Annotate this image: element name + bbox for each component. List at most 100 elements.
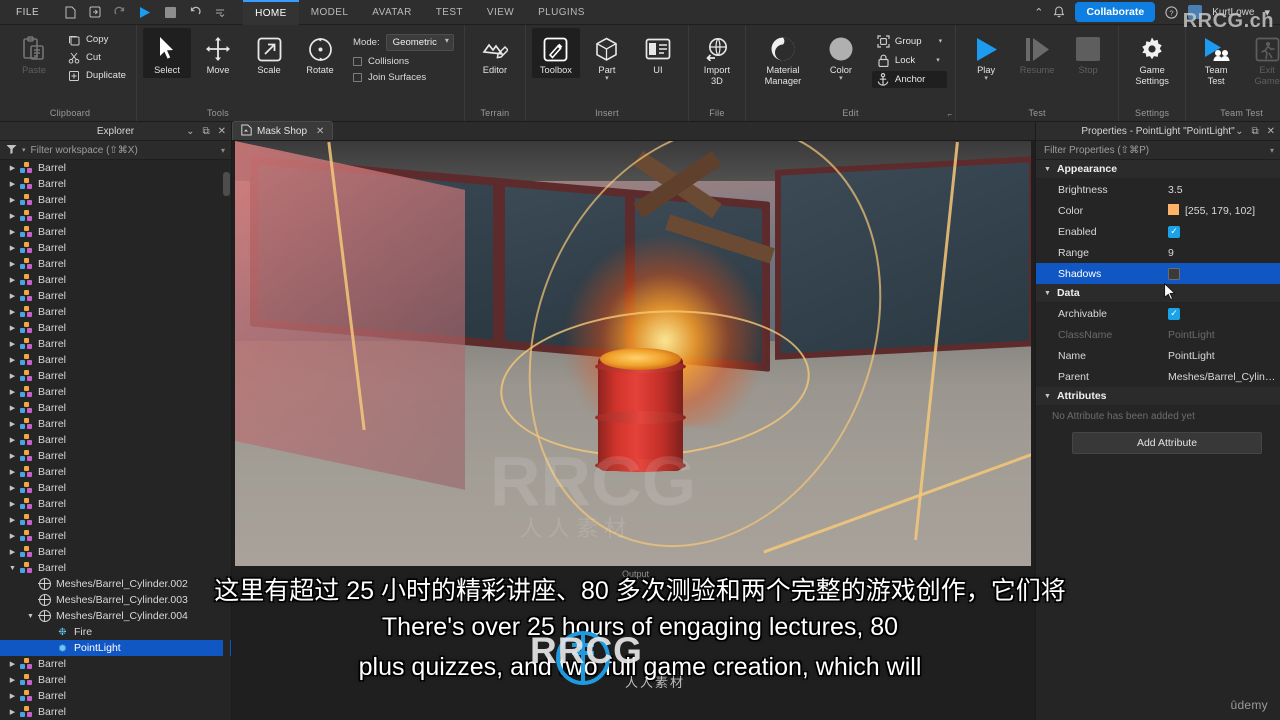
chevron-right-icon[interactable]: ▶ [6, 548, 19, 556]
properties-section-header[interactable]: ▼ Data [1036, 284, 1280, 303]
explorer-row[interactable]: ▶ Barrel [0, 224, 231, 240]
chevron-right-icon[interactable]: ▶ [6, 676, 19, 684]
ui-button[interactable]: UI [634, 28, 682, 78]
chevron-down-icon[interactable]: ▼ [24, 613, 37, 620]
lock-chevron-down-icon[interactable]: ▾ [936, 57, 940, 64]
new-file-icon[interactable] [63, 5, 77, 19]
chevron-right-icon[interactable]: ▶ [6, 292, 19, 300]
explorer-row-selected[interactable]: ✹ PointLight [0, 640, 231, 656]
join-surfaces-row[interactable]: Join Surfaces [353, 72, 454, 83]
tab-test[interactable]: TEST [424, 0, 475, 25]
property-value[interactable]: PointLight [1168, 329, 1280, 341]
group-button[interactable]: Group ▾ [872, 33, 947, 50]
paste-button[interactable]: Paste [10, 28, 58, 78]
output-tab-label[interactable]: Output [622, 569, 649, 579]
chevron-right-icon[interactable]: ▶ [6, 436, 19, 444]
tab-plugins[interactable]: PLUGINS [526, 0, 597, 25]
chevron-right-icon[interactable]: ▶ [6, 532, 19, 540]
group-chevron-down-icon[interactable]: ▾ [939, 38, 943, 45]
chevron-right-icon[interactable]: ▶ [6, 276, 19, 284]
explorer-row[interactable]: ▶ Barrel [0, 704, 231, 720]
explorer-popout-icon[interactable]: ⧉ [202, 126, 209, 137]
explorer-row[interactable]: ▶ Barrel [0, 240, 231, 256]
material-manager-button[interactable]: Material Manager [752, 28, 814, 89]
property-value[interactable]: PointLight [1168, 350, 1280, 362]
edit-dialog-launcher-icon[interactable]: ⌐ [947, 110, 952, 119]
chevron-right-icon[interactable]: ▶ [6, 484, 19, 492]
terrain-editor-button[interactable]: Editor [471, 28, 519, 78]
toolbar-overflow-icon[interactable] [213, 5, 227, 19]
open-file-icon[interactable] [88, 5, 102, 19]
duplicate-button[interactable]: Duplicate [63, 68, 130, 83]
explorer-row[interactable]: ▶ Barrel [0, 208, 231, 224]
property-checkbox[interactable]: ✓ [1168, 225, 1180, 238]
explorer-tree[interactable]: ▶ Barrel ▶ Barrel ▶ Barrel ▶ Barrel ▶ Barrel ▶ Barr… [0, 160, 231, 720]
help-icon[interactable]: ? [1165, 5, 1178, 19]
chevron-right-icon[interactable]: ▶ [6, 660, 19, 668]
tab-mask-shop[interactable]: Mask Shop ✕ [232, 121, 334, 140]
chevron-right-icon[interactable]: ▶ [6, 404, 19, 412]
explorer-filter-menu-icon[interactable]: ▾ [221, 146, 225, 155]
chevron-right-icon[interactable]: ▶ [6, 244, 19, 252]
explorer-row[interactable]: ▶ Barrel [0, 688, 231, 704]
explorer-row[interactable]: ▶ Barrel [0, 384, 231, 400]
tab-avatar[interactable]: AVATAR [360, 0, 423, 25]
explorer-row[interactable]: ▼ Meshes/Barrel_Cylinder.004 [0, 608, 231, 624]
join-surfaces-checkbox[interactable] [353, 73, 362, 82]
explorer-row[interactable]: ▶ Barrel [0, 432, 231, 448]
cut-button[interactable]: Cut [63, 50, 130, 65]
chevron-right-icon[interactable]: ▶ [6, 516, 19, 524]
chevron-right-icon[interactable]: ▶ [6, 164, 19, 172]
property-row[interactable]: Range 9 [1036, 242, 1280, 263]
explorer-row[interactable]: ▶ Barrel [0, 272, 231, 288]
redo-icon[interactable] [113, 5, 127, 19]
explorer-row[interactable]: ▶ Barrel [0, 448, 231, 464]
toolbox-button[interactable]: Toolbox [531, 28, 580, 78]
part-chevron-down-icon[interactable]: ▾ [605, 75, 609, 82]
properties-filter-row[interactable]: Filter Properties (⇧⌘P) ▾ [1036, 141, 1280, 160]
properties-section-header[interactable]: ▼ Attributes [1036, 387, 1280, 406]
explorer-row[interactable]: ▶ Barrel [0, 528, 231, 544]
chevron-down-icon[interactable]: ▼ [1044, 290, 1051, 297]
chevron-right-icon[interactable]: ▶ [6, 180, 19, 188]
explorer-row[interactable]: ▶ Barrel [0, 320, 231, 336]
chevron-down-icon[interactable]: ▼ [1044, 166, 1051, 173]
explorer-close-icon[interactable]: ✕ [218, 126, 226, 137]
chevron-right-icon[interactable]: ▶ [6, 468, 19, 476]
properties-collapse-icon[interactable]: ⌄ [1235, 126, 1243, 137]
explorer-row[interactable]: ▶ Barrel [0, 160, 231, 176]
chevron-right-icon[interactable]: ▶ [6, 212, 19, 220]
explorer-row[interactable]: ▶ Barrel [0, 256, 231, 272]
chevron-right-icon[interactable]: ▶ [6, 340, 19, 348]
properties-close-icon[interactable]: ✕ [1267, 126, 1275, 137]
color-chevron-down-icon[interactable]: ▾ [839, 75, 843, 82]
collisions-row[interactable]: Collisions [353, 56, 454, 67]
properties-filter-input[interactable]: Filter Properties (⇧⌘P) [1044, 145, 1149, 156]
move-tool-button[interactable]: Move [194, 28, 242, 78]
chevron-right-icon[interactable]: ▶ [6, 228, 19, 236]
explorer-filter-input[interactable]: Filter workspace (⇧⌘X) [31, 145, 138, 156]
tab-model[interactable]: MODEL [299, 0, 361, 25]
explorer-row[interactable]: ▶ Barrel [0, 672, 231, 688]
chevron-right-icon[interactable]: ▶ [6, 708, 19, 716]
explorer-row[interactable]: ▶ Barrel [0, 288, 231, 304]
rotate-tool-button[interactable]: Rotate [296, 28, 344, 78]
mode-dropdown[interactable]: Geometric [385, 34, 454, 51]
property-row[interactable]: Color [255, 179, 102] [1036, 200, 1280, 221]
chevron-right-icon[interactable]: ▶ [6, 420, 19, 428]
explorer-row[interactable]: ▼ Barrel [0, 560, 231, 576]
property-value[interactable]: 9 [1168, 247, 1280, 259]
chevron-right-icon[interactable]: ▶ [6, 372, 19, 380]
property-checkbox[interactable] [1168, 267, 1180, 280]
explorer-row[interactable]: ▶ Barrel [0, 368, 231, 384]
explorer-collapse-icon[interactable]: ⌄ [186, 126, 194, 137]
property-checkbox[interactable]: ✓ [1168, 307, 1180, 320]
play-chevron-down-icon[interactable]: ▾ [984, 75, 988, 82]
stop-icon[interactable] [163, 5, 177, 19]
property-row[interactable]: Name PointLight [1036, 345, 1280, 366]
play-button[interactable]: Play ▾ [962, 28, 1010, 84]
chevron-right-icon[interactable]: ▶ [6, 500, 19, 508]
chevron-right-icon[interactable]: ▶ [6, 388, 19, 396]
explorer-scrollbar-thumb[interactable] [223, 172, 230, 196]
stop-button[interactable]: Stop [1064, 28, 1112, 78]
